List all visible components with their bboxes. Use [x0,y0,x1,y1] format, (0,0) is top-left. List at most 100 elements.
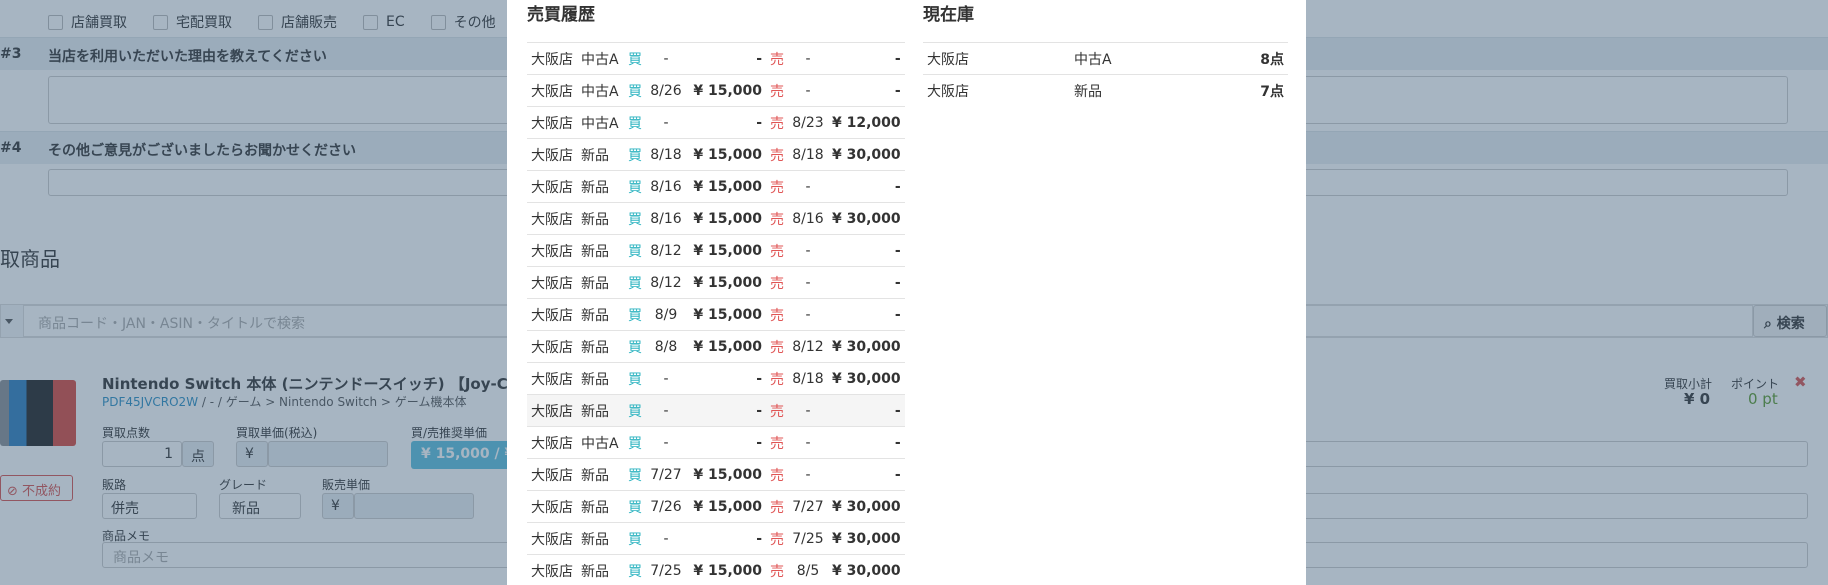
store-cell: 大阪店 [527,490,577,523]
count-cell: 7点 [1220,74,1288,107]
buy-mark: 買 [624,426,646,459]
buy-mark: 買 [624,170,646,203]
grade-cell: 新品 [577,298,624,331]
sell-mark: 売 [766,522,788,555]
buy-mark: 買 [624,554,646,585]
sell-price-cell: - [828,426,905,459]
store-cell: 大阪店 [527,202,577,235]
grade-cell: 中古A [577,42,624,75]
grade-cell: 新品 [577,330,624,363]
sell-mark: 売 [766,234,788,267]
history-row: 大阪店 中古A 買 - - 売 - - [527,426,905,459]
history-row: 大阪店 新品買 8/12 ¥ 15,000 売 - - [527,234,905,267]
buy-date-cell: 8/16 [646,202,686,235]
sell-date-cell: - [788,234,828,267]
buy-price-cell: ¥ 15,000 [686,170,766,203]
sell-price-cell: - [828,298,905,331]
sell-mark: 売 [766,490,788,523]
history-row: 大阪店 新品買 7/26 ¥ 15,000 売 7/27 ¥ 30,000 [527,490,905,523]
history-row: 大阪店 新品買 8/18 ¥ 15,000 売 8/18 ¥ 30,000 [527,138,905,171]
sell-date-cell: 7/25 [788,522,828,555]
sell-date-cell: 8/12 [788,330,828,363]
grade-cell: 新品 [577,234,624,267]
buy-price-cell: ¥ 15,000 [686,138,766,171]
sell-mark: 売 [766,330,788,363]
buy-price-cell: ¥ 15,000 [686,458,766,491]
buy-price-cell: ¥ 15,000 [686,202,766,235]
sell-price-cell: - [828,394,905,427]
sell-date-cell: 8/23 [788,106,828,139]
sell-date-cell: 7/27 [788,490,828,523]
buy-mark: 買 [624,234,646,267]
buy-mark: 買 [624,42,646,75]
sell-date-cell: - [788,458,828,491]
buy-mark: 買 [624,298,646,331]
store-cell: 大阪店 [527,266,577,299]
buy-price-cell: - [686,106,766,139]
sell-price-cell: ¥ 30,000 [828,138,905,171]
buy-mark: 買 [624,266,646,299]
buy-price-cell: ¥ 15,000 [686,234,766,267]
store-cell: 大阪店 [527,106,577,139]
grade-cell: 新品 [577,170,624,203]
store-cell: 大阪店 [527,74,577,107]
sell-mark: 売 [766,170,788,203]
buy-price-cell: ¥ 15,000 [686,330,766,363]
sell-price-cell: ¥ 30,000 [828,522,905,555]
sell-date-cell: - [788,170,828,203]
sell-price-cell: ¥ 30,000 [828,202,905,235]
buy-date-cell: - [646,106,686,139]
sell-date-cell: 8/18 [788,138,828,171]
buy-date-cell: - [646,426,686,459]
store-cell: 大阪店 [527,330,577,363]
buy-mark: 買 [624,458,646,491]
sell-date-cell: - [788,266,828,299]
buy-mark: 買 [624,138,646,171]
sell-mark: 売 [766,362,788,395]
buy-mark: 買 [624,330,646,363]
stock-table: 大阪店 中古A 8点 大阪店 新品 7点 [923,42,1288,107]
sell-price-cell: - [828,458,905,491]
buy-date-cell: 8/12 [646,266,686,299]
sell-price-cell: ¥ 30,000 [828,362,905,395]
history-row: 大阪店 中古A 買 - - 売 8/23 ¥ 12,000 [527,106,905,139]
history-row: 大阪店 新品買 7/25 ¥ 15,000 売 8/5 ¥ 30,000 [527,554,905,585]
sell-mark: 売 [766,42,788,75]
sell-price-cell: ¥ 30,000 [828,330,905,363]
sell-price-cell: ¥ 12,000 [828,106,905,139]
history-row: 大阪店 新品買 8/12 ¥ 15,000 売 - - [527,266,905,299]
buy-price-cell: - [686,362,766,395]
buy-date-cell: 8/12 [646,234,686,267]
grade-cell: 新品 [577,266,624,299]
buy-price-cell: - [686,42,766,75]
grade-cell: 新品 [577,490,624,523]
store-cell: 大阪店 [527,522,577,555]
stock-row: 大阪店 中古A 8点 [923,42,1288,75]
history-row: 大阪店 新品買 8/9 ¥ 15,000 売 - - [527,298,905,331]
buy-date-cell: - [646,362,686,395]
sell-mark: 売 [766,74,788,107]
history-row: 大阪店 中古A 買 8/26 ¥ 15,000 売 - - [527,74,905,107]
buy-date-cell: 8/18 [646,138,686,171]
sell-price-cell: - [828,234,905,267]
buy-date-cell: 8/16 [646,170,686,203]
stock-row: 大阪店 新品 7点 [923,74,1288,107]
sell-mark: 売 [766,266,788,299]
history-table: 大阪店 中古A 買 - - 売 - - 大阪店 中古A 買 8/26 ¥ 15,000 売 - - 大阪店 中古A… [527,42,905,585]
buy-mark: 買 [624,394,646,427]
store-cell: 大阪店 [527,554,577,585]
sell-mark: 売 [766,298,788,331]
count-cell: 8点 [1220,42,1288,75]
history-row: 大阪店 新品買 - - 売 7/25 ¥ 30,000 [527,522,905,555]
history-row: 大阪店 新品買 - - 売 - - [527,394,905,427]
sell-mark: 売 [766,106,788,139]
sell-mark: 売 [766,202,788,235]
grade-cell: 新品 [577,458,624,491]
history-title: 売買履歴 [527,5,595,25]
sell-date-cell: - [788,394,828,427]
grade-cell: 新品 [577,362,624,395]
grade-cell: 中古A [577,74,624,107]
store-cell: 大阪店 [527,426,577,459]
buy-price-cell: ¥ 15,000 [686,266,766,299]
sell-date-cell: - [788,42,828,75]
